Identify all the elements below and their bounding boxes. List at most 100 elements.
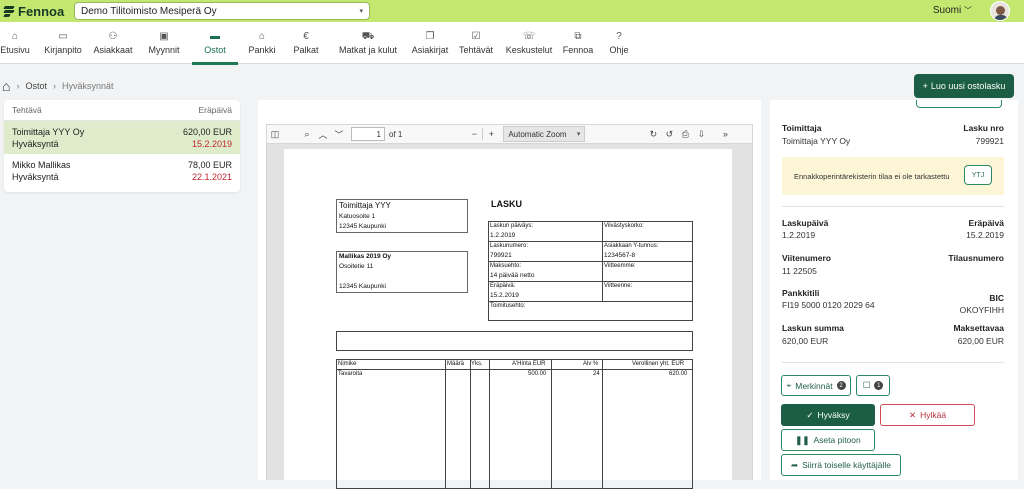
supplier-label: Toimittaja <box>782 123 822 133</box>
tools-menu-icon[interactable]: » <box>717 129 733 139</box>
nav-myynnit[interactable]: ▣ Myynnit <box>144 22 184 64</box>
comments-count-badge: 1 <box>874 381 884 390</box>
field-label: Laskunumero: <box>490 243 529 249</box>
breadcrumb-ostot[interactable]: Ostot <box>25 81 47 91</box>
nav-keskustelut[interactable]: ☏ Keskustelut <box>504 22 554 64</box>
nav-pankki[interactable]: ⌂ Pankki <box>242 22 282 64</box>
page-scrollbar[interactable] <box>1018 100 1024 480</box>
bic-value: OKOYFIHH <box>959 305 1004 315</box>
pause-icon: ❚❚ <box>795 434 810 445</box>
items-col-line <box>551 359 552 489</box>
download-icon[interactable]: ⇩ <box>693 129 709 140</box>
due-date-label: Eräpäivä <box>968 218 1004 228</box>
nav-label: Fennoa <box>562 45 594 55</box>
ytj-button[interactable]: YTJ <box>964 165 992 185</box>
rotate-counterclockwise-icon[interactable]: ↺ <box>661 129 677 140</box>
reject-button[interactable]: ✕ Hylkää <box>880 404 975 426</box>
sidebar-toggle-icon[interactable]: ◫ <box>267 129 283 140</box>
comment-icon: ☐ <box>862 380 871 390</box>
pdf-page: Toimittaja YYY Katuosoite 1 12345 Kaupun… <box>284 149 732 489</box>
payable-value: 620,00 EUR <box>957 336 1004 346</box>
recipient-street: Osoitetie 11 <box>339 263 374 270</box>
print-icon[interactable]: ⎙ <box>677 129 693 140</box>
task-amount: 78,00 EUR <box>187 159 232 170</box>
recipient-name: Mallikas 2019 Oy <box>339 253 392 260</box>
items-col-line <box>470 359 471 489</box>
nav-label: Tehtävät <box>458 45 494 55</box>
nav-fennoa[interactable]: ⧉ Fennoa <box>560 22 596 64</box>
row-item: Tavaroita <box>338 371 363 377</box>
nav-palkat[interactable]: € Palkat <box>288 22 324 64</box>
nav-etusivu[interactable]: ⌂ Etusivu <box>0 22 30 64</box>
comments-button[interactable]: ☐ 1 <box>856 375 890 396</box>
zoom-out-icon[interactable]: − <box>466 129 482 139</box>
approval-task-list: Tehtävä Eräpäivä Toimittaja YYY Oy 620,00… <box>4 100 240 192</box>
approve-label: Hyväksy <box>817 410 850 420</box>
previous-page-icon[interactable]: ︿ <box>315 128 331 141</box>
reject-label: Hylkää <box>920 410 947 420</box>
breadcrumb-hyvaksynnat: Hyväksynnät <box>61 81 114 91</box>
nav-label: Etusivu <box>0 45 30 55</box>
next-page-icon[interactable]: ﹀ <box>331 128 347 141</box>
row-vat: 24 <box>593 371 600 377</box>
field-value: 14 päivää netto <box>490 272 535 279</box>
nav-label: Kirjanpito <box>44 45 82 55</box>
task-due: 15.2.2019 <box>191 138 232 149</box>
hold-label: Aseta pitoon <box>813 435 861 445</box>
company-select[interactable]: Demo Tilitoimisto Mesiperä Oy ▾ <box>74 2 370 20</box>
task-status: Hyväksyntä <box>12 171 59 182</box>
nav-label: Pankki <box>248 45 276 55</box>
nav-tehtavat[interactable]: ☑ Tehtävät <box>456 22 496 64</box>
transfer-button[interactable]: ➦ Siirrä toiselle käyttäjälle <box>781 454 901 476</box>
notice-text: Ennakkoperintärekisterin tilaa ei ole ta… <box>794 171 950 181</box>
chevron-down-icon: ▾ <box>576 131 581 138</box>
field-label: Toimitusehto: <box>490 303 526 309</box>
row-price: 500.00 <box>528 371 547 377</box>
help-icon: ? <box>616 31 622 42</box>
field-label: Viitteenne: <box>604 283 633 289</box>
approve-button[interactable]: ✓ Hyväksy <box>781 404 875 426</box>
nav-asiakkaat[interactable]: ⚇ Asiakkaat <box>92 22 134 64</box>
field-label: Viivästyskorko: <box>604 223 644 229</box>
nav-matkat[interactable]: ⛟ Matkat ja kulut <box>334 22 402 64</box>
pdf-page-area[interactable]: Toimittaja YYY Katuosoite 1 12345 Kaupun… <box>266 144 753 489</box>
close-icon: ✕ <box>908 409 917 420</box>
zoom-value: Automatic Zoom <box>508 129 567 139</box>
nav-asiakirjat[interactable]: ❐ Asiakirjat <box>408 22 452 64</box>
th-unit: Yks. <box>471 361 483 367</box>
hold-button[interactable]: ❚❚ Aseta pitoon <box>781 429 875 451</box>
search-icon[interactable]: ⌕ <box>299 129 315 140</box>
task-row[interactable]: Toimittaja YYY Oy 620,00 EUR Hyväksyntä 15… <box>4 121 240 154</box>
language-select[interactable]: Suomi ﹀ <box>933 5 972 16</box>
fennoa-logo[interactable]: Fennoa <box>3 4 70 19</box>
home-icon: ⌂ <box>11 31 19 42</box>
nav-kirjanpito[interactable]: ▭ Kirjanpito <box>42 22 84 64</box>
items-col-line <box>602 359 603 489</box>
check-icon: ✓ <box>806 409 814 420</box>
page-number-input[interactable]: 1 <box>351 127 385 141</box>
divider <box>782 206 1004 207</box>
recipient-city: 12345 Kaupunki <box>339 283 386 290</box>
notes-button[interactable]: ⌖ Merkinnät 2 <box>781 375 851 396</box>
zoom-in-icon[interactable]: + <box>483 129 499 139</box>
chevron-right-icon: › <box>52 81 56 91</box>
new-purchase-label: Luo uusi ostolasku <box>930 81 1006 91</box>
rotate-clockwise-icon[interactable]: ↻ <box>645 129 661 140</box>
top-action-button[interactable] <box>916 100 1002 108</box>
car-icon: ⛟ <box>361 31 375 42</box>
fennoa-logo-icon <box>3 6 15 17</box>
home-icon[interactable]: ⌂ <box>2 78 10 94</box>
chat-icon: ☏ <box>522 31 536 42</box>
nav-ohje[interactable]: ? Ohje <box>604 22 634 64</box>
reference-label: Viitenumero <box>782 253 831 263</box>
nav-label: Asiakirjat <box>411 45 449 55</box>
fields-divider <box>488 241 693 242</box>
bic-label: BIC <box>989 293 1004 303</box>
nav-ostot[interactable]: ▬ Ostot <box>192 22 238 65</box>
field-value: 15.2.2019 <box>490 292 519 299</box>
user-avatar[interactable] <box>990 1 1010 21</box>
task-row[interactable]: Mikko Mallikas 78,00 EUR Hyväksyntä 22.1.2… <box>4 154 240 187</box>
new-purchase-invoice-button[interactable]: + Luo uusi ostolasku <box>914 74 1014 98</box>
field-label: Laskun päiväys: <box>490 223 534 229</box>
zoom-select[interactable]: Automatic Zoom ▾ <box>503 126 586 142</box>
